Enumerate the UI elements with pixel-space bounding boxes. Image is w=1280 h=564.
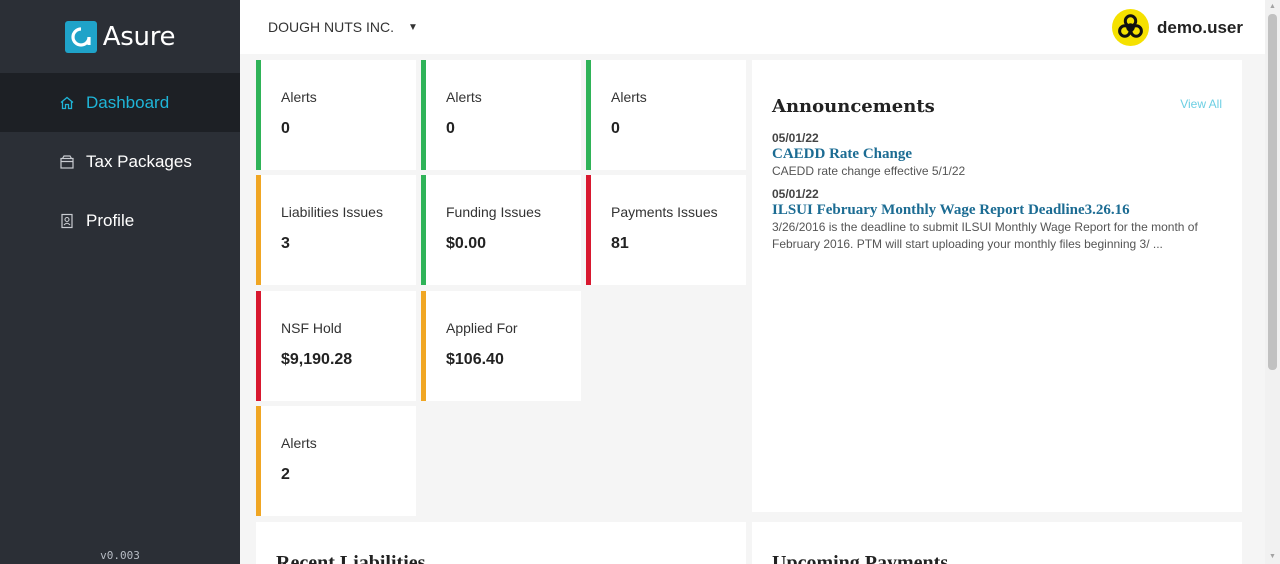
alerts-card[interactable]: Alerts 0 [586, 60, 746, 170]
home-icon [59, 95, 75, 111]
scroll-thumb[interactable] [1268, 14, 1277, 370]
card-value: 0 [611, 120, 620, 137]
card-label: Alerts [281, 89, 317, 105]
announcements-title: Announcements [772, 96, 935, 117]
sidebar-item-label: Tax Packages [86, 151, 192, 171]
card-label: Alerts [446, 89, 482, 105]
card-value: 81 [611, 235, 629, 252]
card-value: 0 [446, 120, 455, 137]
top-bar: DOUGH NUTS INC. ▼ demo.user [240, 0, 1265, 54]
brand[interactable]: Asure [0, 0, 240, 73]
announcement-body: CAEDD rate change effective 5/1/22 [772, 164, 966, 178]
announcements-list: 05/01/22 CAEDD Rate Change CAEDD rate ch… [772, 131, 1222, 260]
sidebar-item-label: Dashboard [86, 92, 170, 112]
asure-logo-icon [64, 20, 97, 53]
nsf-hold-card[interactable]: NSF Hold $9,190.28 [256, 291, 416, 401]
card-value: 2 [281, 466, 290, 483]
page-scrollbar[interactable]: ▲ ▼ [1265, 0, 1280, 564]
card-label: Alerts [611, 89, 647, 105]
card-label: Applied For [446, 320, 518, 336]
announcement-item: 05/01/22 CAEDD Rate Change CAEDD rate ch… [772, 131, 1222, 180]
company-name: DOUGH NUTS INC. [268, 19, 394, 35]
sidebar-item-label: Profile [86, 210, 135, 230]
announcement-headline[interactable]: CAEDD Rate Change [772, 145, 1222, 163]
sidebar: Asure Dashboard Tax Packages Profile v0.… [0, 0, 240, 564]
card-value: $106.40 [446, 351, 504, 368]
card-value: 0 [281, 120, 290, 137]
liabilities-issues-card[interactable]: Liabilities Issues 3 [256, 175, 416, 285]
announcement-item: 05/01/22 ILSUI February Monthly Wage Rep… [772, 187, 1222, 253]
funding-issues-card[interactable]: Funding Issues $0.00 [421, 175, 581, 285]
scroll-down-icon[interactable]: ▼ [1268, 552, 1277, 562]
panel-title: Recent Liabilities [276, 552, 426, 564]
username: demo.user [1157, 17, 1243, 37]
announcement-date: 05/01/22 [772, 187, 819, 201]
scroll-up-icon[interactable]: ▲ [1268, 2, 1277, 12]
card-value: 3 [281, 235, 290, 252]
card-label: Payments Issues [611, 204, 718, 220]
caret-down-icon: ▼ [408, 21, 418, 33]
card-value: $0.00 [446, 235, 487, 252]
package-icon [59, 154, 75, 170]
upcoming-payments-panel: Upcoming Payments [752, 522, 1242, 564]
recent-liabilities-panel: Recent Liabilities [256, 522, 746, 564]
card-label: Liabilities Issues [281, 204, 383, 220]
announcement-headline[interactable]: ILSUI February Monthly Wage Report Deadl… [772, 201, 1222, 219]
sidebar-item-tax-packages[interactable]: Tax Packages [0, 132, 240, 191]
card-label: Alerts [281, 435, 317, 451]
card-label: Funding Issues [446, 204, 541, 220]
panel-title: Upcoming Payments [772, 552, 949, 564]
announcement-date: 05/01/22 [772, 131, 819, 145]
version-label: v0.003 [100, 549, 140, 562]
alerts-card[interactable]: Alerts 0 [256, 60, 416, 170]
alerts-card[interactable]: Alerts 0 [421, 60, 581, 170]
payments-issues-card[interactable]: Payments Issues 81 [586, 175, 746, 285]
card-label: NSF Hold [281, 320, 342, 336]
sidebar-item-dashboard[interactable]: Dashboard [0, 73, 240, 132]
brand-name: Asure [102, 21, 176, 52]
biohazard-icon [1112, 9, 1150, 46]
profile-icon [59, 213, 75, 229]
announcements-panel: Announcements View All 05/01/22 CAEDD Ra… [752, 60, 1242, 512]
card-value: $9,190.28 [281, 351, 353, 368]
sidebar-item-profile[interactable]: Profile [0, 191, 240, 250]
announcement-body: 3/26/2016 is the deadline to submit ILSU… [772, 220, 1198, 251]
company-selector[interactable]: DOUGH NUTS INC. ▼ [268, 19, 418, 35]
applied-for-card[interactable]: Applied For $106.40 [421, 291, 581, 401]
user-menu[interactable]: demo.user [1112, 9, 1243, 46]
alerts-card[interactable]: Alerts 2 [256, 406, 416, 516]
view-all-link[interactable]: View All [1180, 97, 1222, 111]
